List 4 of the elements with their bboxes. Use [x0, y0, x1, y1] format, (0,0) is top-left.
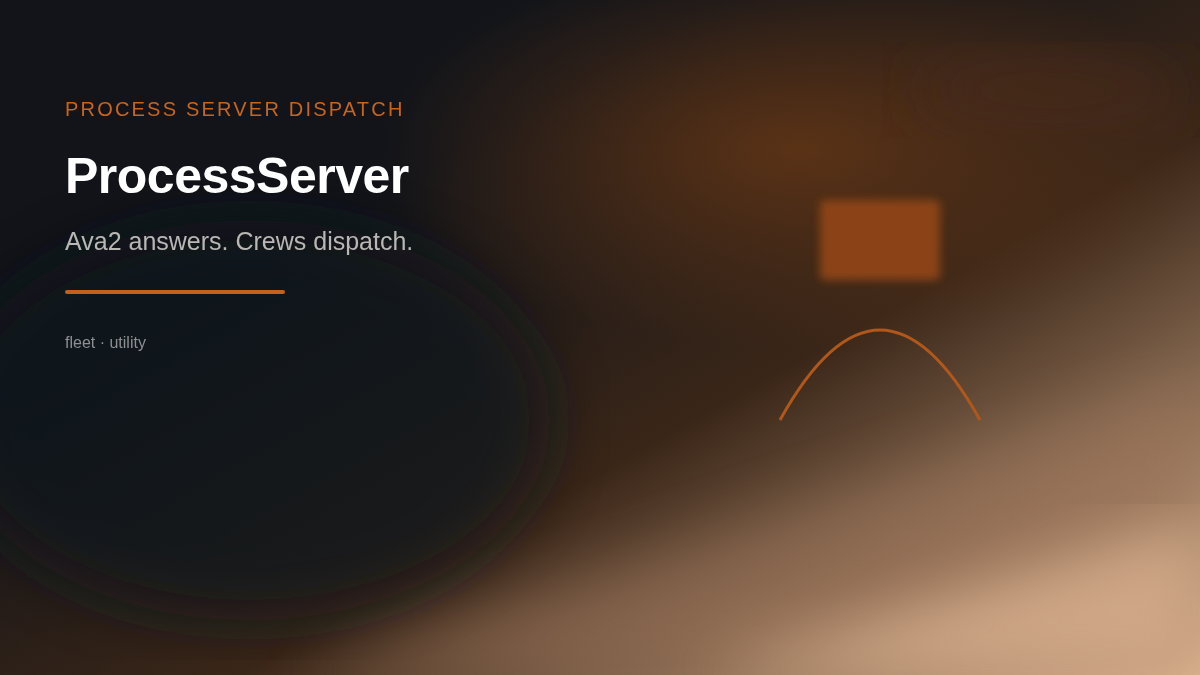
meta-tags: fleet · utility — [65, 334, 146, 352]
eyebrow-label: PROCESS SERVER DISPATCH — [65, 98, 405, 121]
tagline: Ava2 answers. Crews dispatch. — [65, 227, 414, 256]
page-title: ProcessServer — [65, 147, 409, 205]
